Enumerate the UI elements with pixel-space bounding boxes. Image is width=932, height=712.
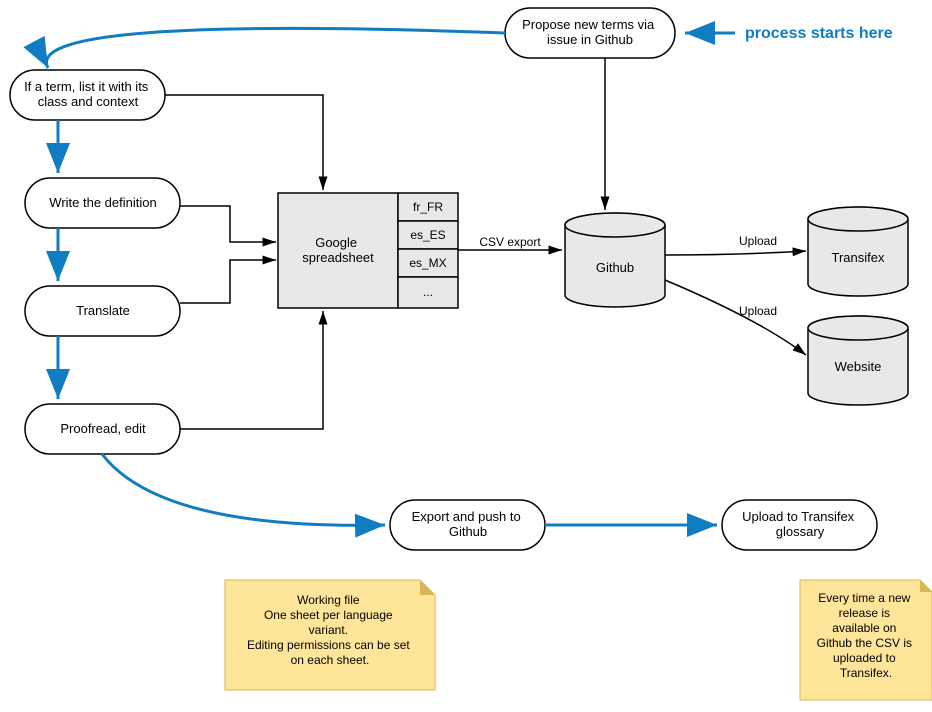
process-start-label: process starts here: [745, 25, 893, 42]
label-csv-export: CSV export: [479, 235, 541, 249]
label-upload-2: Upload: [739, 304, 777, 318]
spreadsheet-locale-list: fr_FR es_ES es_MX ...: [398, 193, 458, 308]
node-github-label: Github: [596, 260, 634, 275]
node-github: Github: [565, 213, 665, 307]
node-website: Website: [808, 316, 908, 405]
svg-text:...: ...: [423, 285, 433, 299]
node-transifex-label: Transifex: [832, 250, 885, 265]
arrow-writedef-to-spreadsheet: [180, 206, 276, 242]
svg-text:es_MX: es_MX: [409, 256, 446, 270]
arrow-proofread-to-spreadsheet: [180, 311, 323, 429]
node-proofread-label: Proofread, edit: [60, 421, 146, 436]
node-translate-label: Translate: [76, 303, 130, 318]
arrow-propose-to-ifterm: [46, 28, 505, 68]
node-writedef-label: Write the definition: [49, 195, 156, 210]
arrow-github-to-transifex: [665, 251, 806, 255]
svg-text:fr_FR: fr_FR: [413, 200, 443, 214]
node-transifex: Transifex: [808, 207, 908, 296]
node-ifterm-label: If a term, list it with its class and co…: [24, 79, 152, 109]
arrow-proofread-to-export: [102, 454, 385, 525]
arrow-ifterm-to-spreadsheet: [165, 95, 323, 190]
arrow-github-to-website: [665, 280, 806, 355]
svg-text:es_ES: es_ES: [410, 228, 445, 242]
flowchart-diagram: process starts here Propose new terms vi…: [0, 0, 932, 712]
node-website-label: Website: [835, 359, 882, 374]
arrow-translate-to-spreadsheet: [180, 260, 276, 303]
label-upload-1: Upload: [739, 234, 777, 248]
